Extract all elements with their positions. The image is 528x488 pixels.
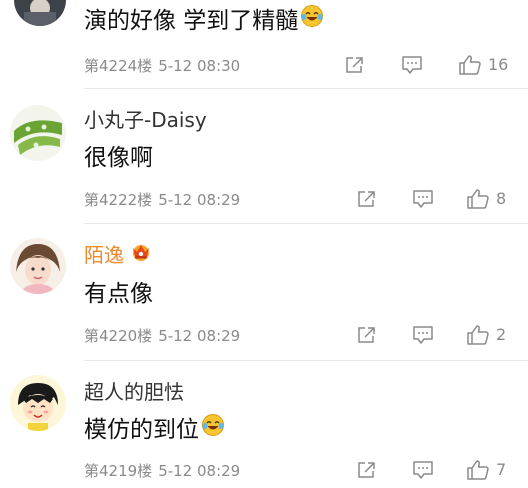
like-count: 7 <box>496 460 507 479</box>
like-button[interactable]: 7 <box>466 459 506 481</box>
comment-item: 超人的胆怯 模仿的到位 第4219楼 5-12 08:29 7 <box>0 361 528 488</box>
avatar[interactable] <box>14 0 66 26</box>
comment-text: 演的好像 学到了精髓 <box>84 4 324 36</box>
like-button[interactable]: 16 <box>458 54 508 76</box>
comment-meta: 第4219楼 5-12 08:29 <box>84 461 240 481</box>
comment-item: 演的好像 学到了精髓 第4224楼 5-12 08:30 16 <box>0 0 528 89</box>
laughing-tears-emoji-icon <box>201 413 225 445</box>
comment-meta: 第4222楼 5-12 08:29 <box>84 190 240 210</box>
floor-number: 第4219楼 <box>84 462 153 480</box>
comment-time: 5-12 08:29 <box>158 191 241 209</box>
like-count: 2 <box>496 325 507 344</box>
comment-text: 模仿的到位 <box>84 413 225 445</box>
thumbs-up-icon <box>459 55 481 75</box>
like-button[interactable]: 8 <box>466 188 506 210</box>
comment-time: 5-12 08:29 <box>158 462 241 480</box>
comment-meta: 第4220楼 5-12 08:29 <box>84 326 240 346</box>
like-button[interactable]: 2 <box>466 324 506 346</box>
reply-icon[interactable] <box>401 55 423 75</box>
like-count: 8 <box>496 189 507 208</box>
comment-time: 5-12 08:30 <box>158 57 241 75</box>
reply-icon[interactable] <box>412 189 434 209</box>
floor-number: 第4224楼 <box>84 57 153 75</box>
avatar[interactable] <box>10 105 66 161</box>
username[interactable]: 陌逸 <box>84 243 152 267</box>
avatar[interactable] <box>10 375 66 431</box>
laughing-tears-emoji-icon <box>300 4 324 36</box>
reply-icon[interactable] <box>412 460 434 480</box>
share-icon[interactable] <box>344 55 366 75</box>
floor-number: 第4220楼 <box>84 327 153 345</box>
comment-time: 5-12 08:29 <box>158 327 241 345</box>
username[interactable]: 超人的胆怯 <box>84 380 184 404</box>
comment-meta: 第4224楼 5-12 08:30 <box>84 56 240 76</box>
share-icon[interactable] <box>356 325 378 345</box>
thumbs-up-icon <box>467 189 489 209</box>
vip-crown-icon <box>130 242 152 267</box>
share-icon[interactable] <box>356 189 378 209</box>
share-icon[interactable] <box>356 460 378 480</box>
comment-item: 陌逸 有点像 第4220楼 5-12 08:29 2 <box>0 224 528 361</box>
username[interactable]: 小丸子-Daisy <box>84 108 207 132</box>
avatar[interactable] <box>10 238 66 294</box>
comment-text: 有点像 <box>84 281 153 307</box>
floor-number: 第4222楼 <box>84 191 153 209</box>
username-text: 陌逸 <box>84 243 124 267</box>
comment-text: 很像啊 <box>84 145 153 171</box>
thumbs-up-icon <box>467 325 489 345</box>
thumbs-up-icon <box>467 460 489 480</box>
like-count: 16 <box>488 55 509 74</box>
comment-item: 小丸子-Daisy 很像啊 第4222楼 5-12 08:29 8 <box>0 89 528 224</box>
reply-icon[interactable] <box>412 325 434 345</box>
